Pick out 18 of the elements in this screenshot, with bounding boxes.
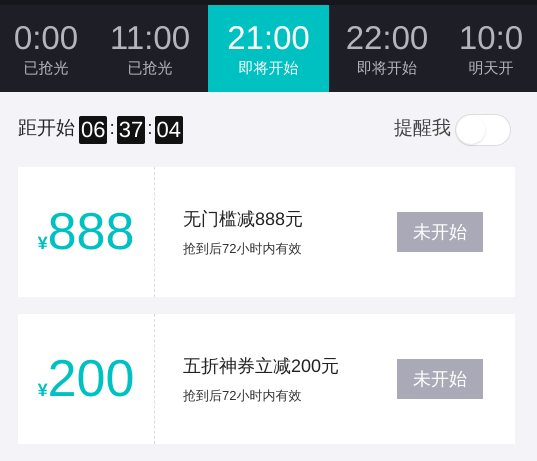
coupon-amount: ¥200 (38, 349, 134, 410)
reminder-label: 提醒我 (394, 117, 451, 142)
coupon-title: 五折神券立减200元 (183, 354, 340, 378)
countdown-seconds: 04 (154, 116, 184, 144)
time-separator: : (147, 117, 153, 142)
coupon-amount: ¥888 (38, 202, 134, 263)
time-tab[interactable]: 22:00 即将开始 (341, 5, 433, 92)
time-tab[interactable]: 0:00 已抢光 (0, 5, 92, 92)
countdown-label: 距开始 (18, 117, 75, 142)
countdown-minutes: 37 (116, 116, 146, 144)
coupon-title: 无门槛减888元 (183, 208, 304, 231)
time-separator: : (109, 117, 115, 142)
reminder-toggle[interactable] (455, 114, 511, 146)
coupon-note: 抢到后72小时内有效 (183, 386, 302, 405)
time-tab[interactable]: 10:0 明天开 (445, 5, 537, 92)
coupon-note: 抢到后72小时内有效 (183, 240, 302, 258)
countdown-hours: 06 (79, 116, 108, 144)
time-tab[interactable]: 11:00 已抢光 (104, 5, 196, 92)
